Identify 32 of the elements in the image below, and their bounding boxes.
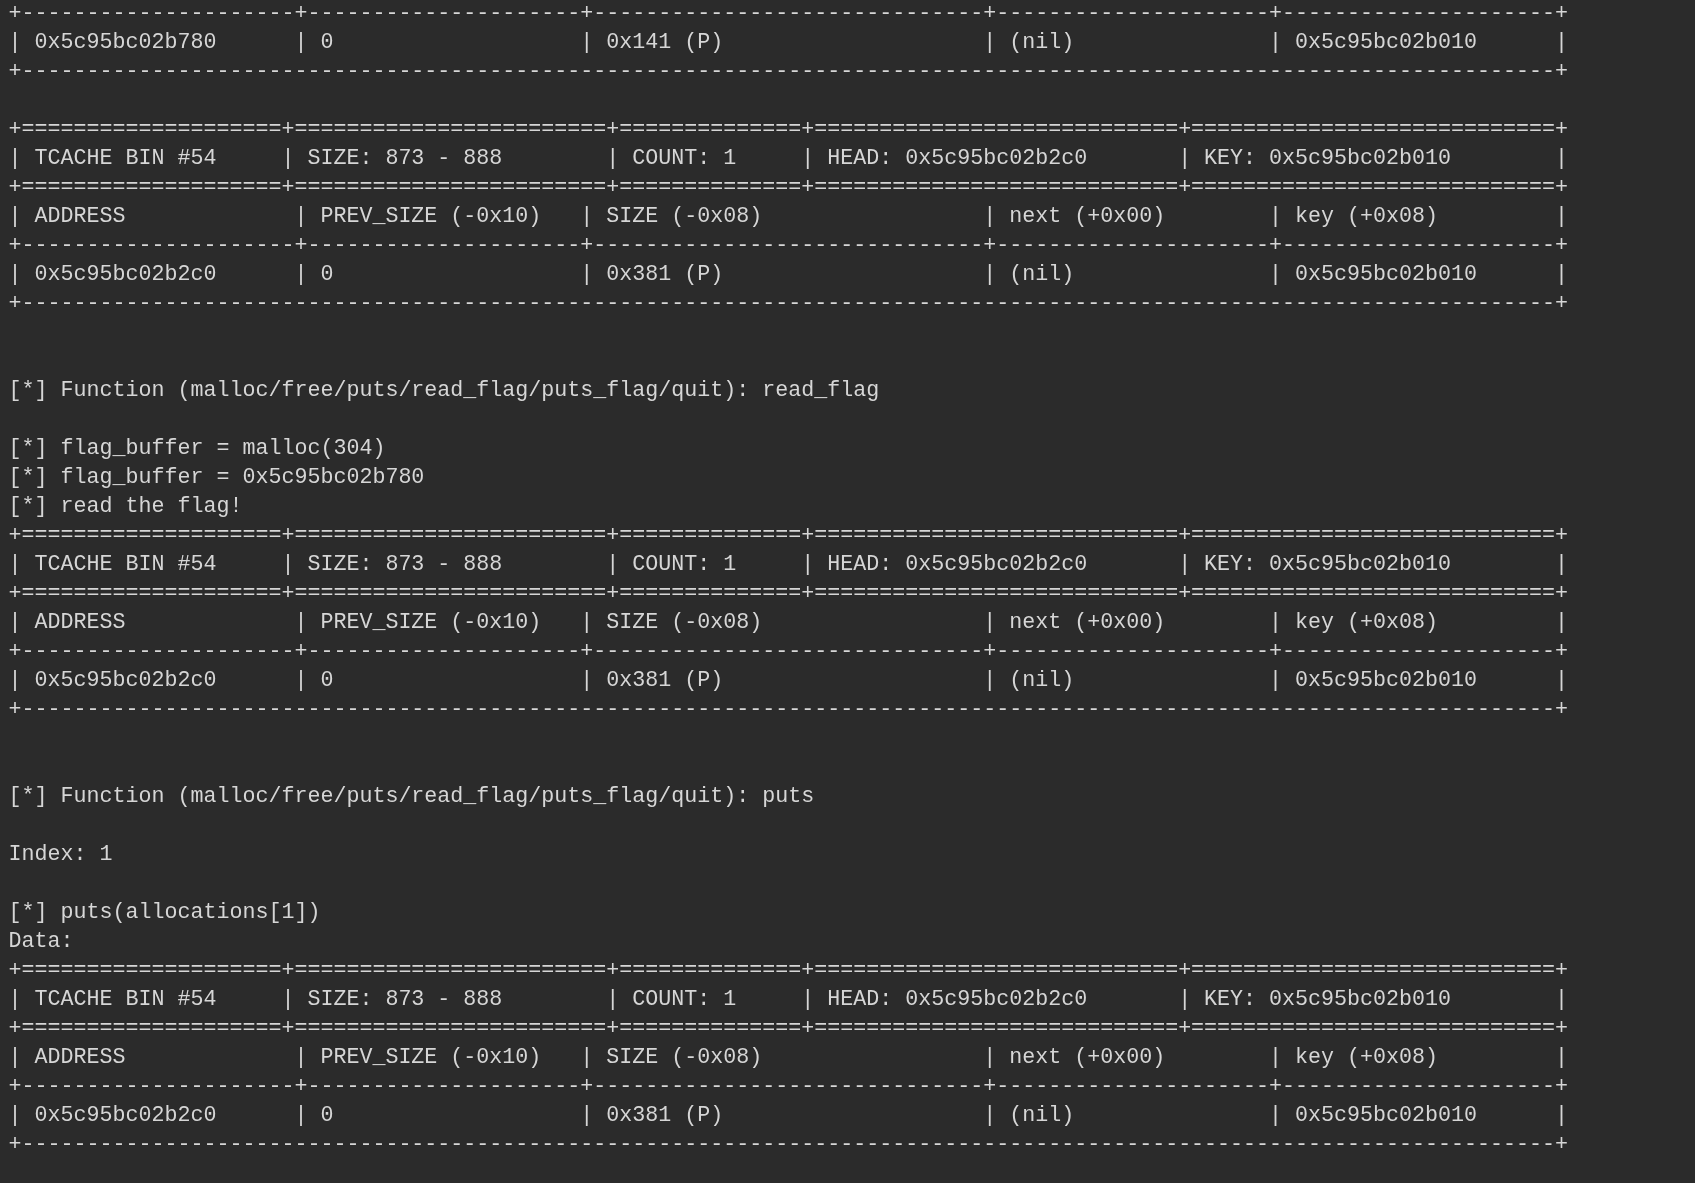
- table-row-text: | ADDRESS | PREV_SIZE (-0x10) | SIZE (-0x08) | next (+0x00) | key (+0x08) |: [8, 1044, 1568, 1072]
- table-row-text: | 0x5c95bc02b2c0 | 0 | 0x381 (P) | (nil) | 0x5c95bc02b010 |: [8, 667, 1568, 695]
- table-row-text: | TCACHE BIN #54 | SIZE: 873 - 888 | COUNT: 1 | HEAD: 0x5c95bc02b2c0 | KEY: 0x5c95bc02b010 |: [8, 986, 1568, 1014]
- table-border: +----------------------------------------------------------------------------------------------------------------------+: [8, 696, 1568, 724]
- table-border: +====================+========================+==============+============================+============================+: [8, 1015, 1568, 1043]
- table-border: +---------------------+---------------------+------------------------------+---------------------+---------------------+: [8, 1073, 1568, 1101]
- table-border: +====================+========================+==============+============================+============================+: [8, 957, 1568, 985]
- table-border: +====================+========================+==============+============================+============================+: [8, 580, 1568, 608]
- table-row-text: | TCACHE BIN #54 | SIZE: 873 - 888 | COUNT: 1 | HEAD: 0x5c95bc02b2c0 | KEY: 0x5c95bc02b010 |: [8, 551, 1568, 579]
- table-border: +---------------------+---------------------+------------------------------+---------------------+---------------------+: [8, 0, 1568, 28]
- table-border: +----------------------------------------------------------------------------------------------------------------------+: [8, 58, 1568, 86]
- table-border: +====================+========================+==============+============================+============================+: [8, 522, 1568, 550]
- table-row-text: | TCACHE BIN #54 | SIZE: 873 - 888 | COUNT: 1 | HEAD: 0x5c95bc02b2c0 | KEY: 0x5c95bc02b010 |: [8, 145, 1568, 173]
- prompt-line: [*] Function (malloc/free/puts/read_flag/puts_flag/quit): puts: [8, 783, 815, 811]
- output-line: [*] read the flag!: [8, 493, 243, 521]
- output-line: [*] flag_buffer = 0x5c95bc02b780: [8, 464, 425, 492]
- table-border: +----------------------------------------------------------------------------------------------------------------------+: [8, 1131, 1568, 1159]
- prompt-line: [*] Function (malloc/free/puts/read_flag/puts_flag/quit): read_flag: [8, 377, 880, 405]
- prompt-line: Index: 1: [8, 841, 113, 869]
- table-border: +====================+========================+==============+============================+============================+: [8, 116, 1568, 144]
- table-border: +---------------------+---------------------+------------------------------+---------------------+---------------------+: [8, 638, 1568, 666]
- table-row-text: | 0x5c95bc02b2c0 | 0 | 0x381 (P) | (nil) | 0x5c95bc02b010 |: [8, 261, 1568, 289]
- output-line: [*] flag_buffer = malloc(304): [8, 435, 386, 463]
- table-border: +====================+========================+==============+============================+============================+: [8, 174, 1568, 202]
- table-border: +----------------------------------------------------------------------------------------------------------------------+: [8, 290, 1568, 318]
- table-border: +---------------------+---------------------+------------------------------+---------------------+---------------------+: [8, 232, 1568, 260]
- table-row-text: | 0x5c95bc02b2c0 | 0 | 0x381 (P) | (nil) | 0x5c95bc02b010 |: [8, 1102, 1568, 1130]
- output-line: [*] puts(allocations[1]): [8, 899, 321, 927]
- table-row-text: | ADDRESS | PREV_SIZE (-0x10) | SIZE (-0x08) | next (+0x00) | key (+0x08) |: [8, 609, 1568, 637]
- table-row-text: | 0x5c95bc02b780 | 0 | 0x141 (P) | (nil) | 0x5c95bc02b010 |: [8, 29, 1568, 57]
- table-row-text: | ADDRESS | PREV_SIZE (-0x10) | SIZE (-0x08) | next (+0x00) | key (+0x08) |: [8, 203, 1568, 231]
- output-line: Data:: [8, 928, 74, 956]
